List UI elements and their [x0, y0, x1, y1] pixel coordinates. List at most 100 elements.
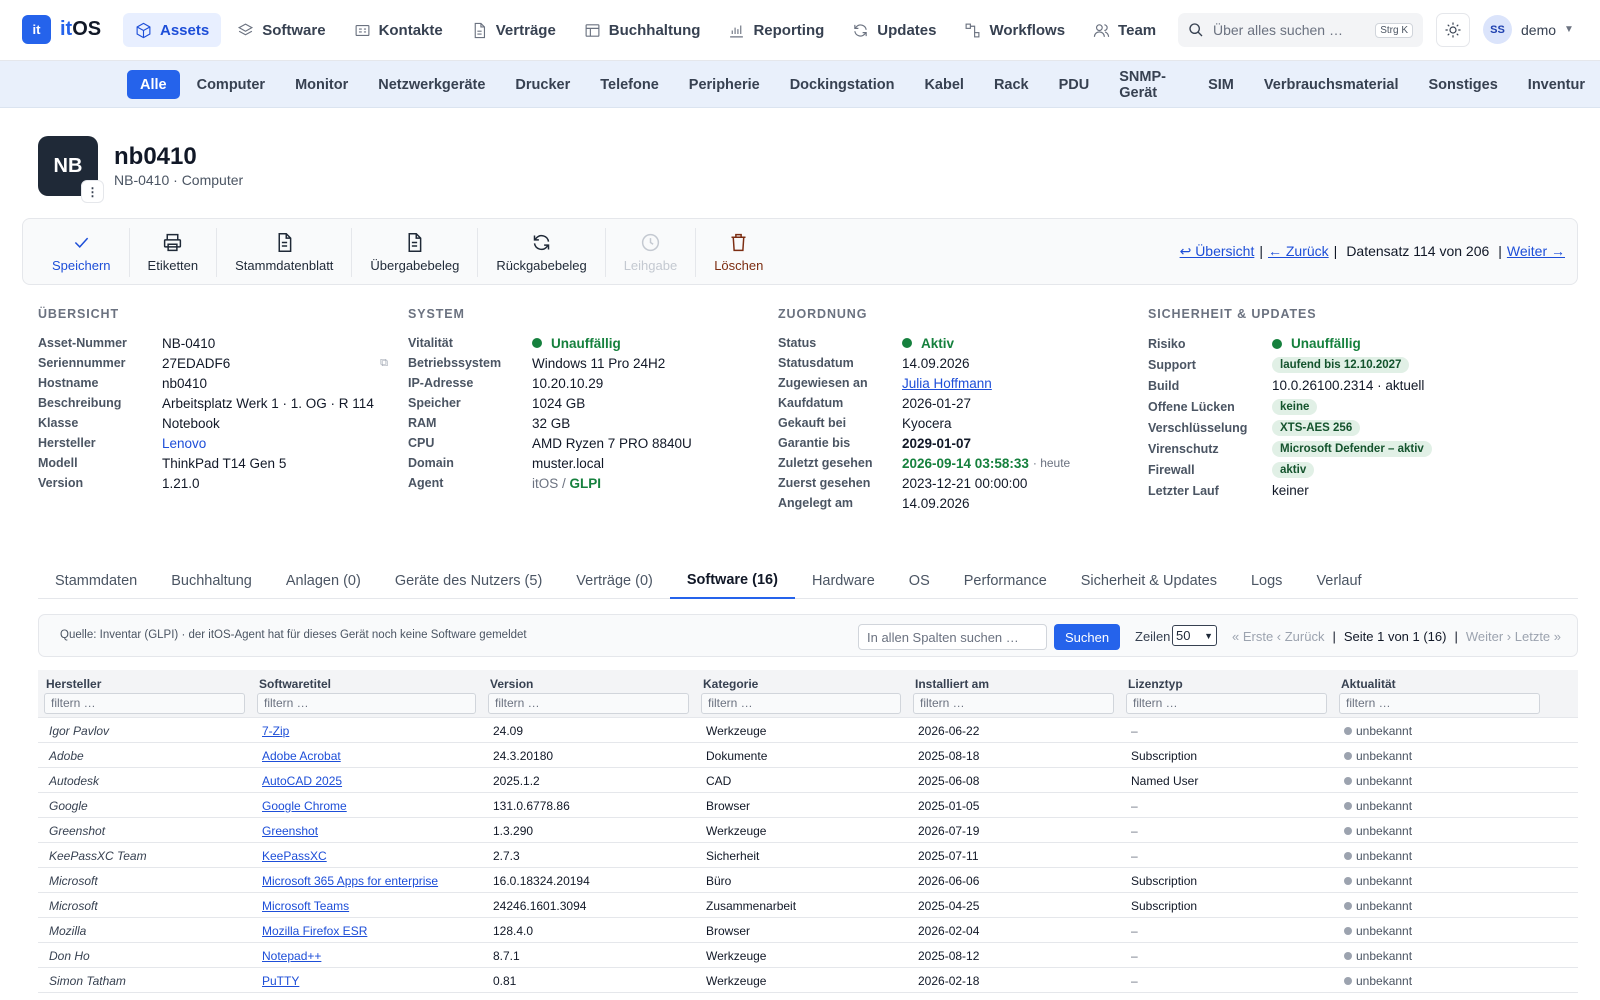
- delete-button[interactable]: Löschen: [696, 228, 781, 277]
- subnav-item-telefone[interactable]: Telefone: [585, 70, 674, 99]
- nav-assets[interactable]: Assets: [123, 13, 222, 47]
- nav-reporting[interactable]: Reporting: [716, 13, 836, 47]
- software-link[interactable]: Microsoft Teams: [262, 899, 349, 913]
- software-link[interactable]: Notepad++: [262, 949, 321, 963]
- table-row[interactable]: Microsoft Microsoft Teams 24246.1601.3094 Z…: [38, 893, 1578, 918]
- software-link[interactable]: PuTTY: [262, 974, 299, 988]
- subnav-item-dockingstation[interactable]: Dockingstation: [775, 70, 910, 99]
- overview-link[interactable]: ↩ Übersicht: [1180, 243, 1255, 260]
- handover-receipt-button[interactable]: Übergabebeleg: [352, 228, 479, 277]
- column-filter-input[interactable]: filtern …: [913, 693, 1114, 714]
- assigned-user-link[interactable]: Julia Hoffmann: [902, 376, 992, 391]
- tab-4[interactable]: Verträge (0): [559, 563, 670, 599]
- column-filter-input[interactable]: filtern …: [1126, 693, 1327, 714]
- master-data-sheet-button[interactable]: Stammdatenblatt: [217, 228, 353, 277]
- subnav-item-sim[interactable]: SIM: [1193, 70, 1249, 99]
- subnav-item-kabel[interactable]: Kabel: [909, 70, 979, 99]
- column-filter-input[interactable]: filtern …: [488, 693, 689, 714]
- nav-vertraege[interactable]: Verträge: [459, 13, 568, 47]
- subnav-item-sonstiges[interactable]: Sonstiges: [1414, 70, 1513, 99]
- tab-3[interactable]: Geräte des Nutzers (5): [378, 563, 559, 599]
- nav-workflows[interactable]: Workflows: [952, 13, 1077, 47]
- subnav-item-drucker[interactable]: Drucker: [500, 70, 585, 99]
- license-cell: –: [1131, 849, 1138, 863]
- software-link[interactable]: Greenshot: [262, 824, 318, 838]
- table-row[interactable]: Greenshot Greenshot 1.3.290 Werkzeuge 2026-0…: [38, 818, 1578, 843]
- table-row[interactable]: Microsoft Microsoft 365 Apps for enterpri…: [38, 868, 1578, 893]
- tab-8[interactable]: Performance: [947, 563, 1064, 599]
- table-row[interactable]: Adobe Adobe Acrobat 24.3.20180 Dokumente 202…: [38, 743, 1578, 768]
- user-menu[interactable]: SS demo ▼: [1483, 15, 1574, 44]
- column-header[interactable]: Installiert am: [915, 677, 989, 691]
- column-header[interactable]: Aktualität: [1341, 677, 1396, 691]
- column-header[interactable]: Hersteller: [46, 677, 101, 691]
- column-filter-input[interactable]: filtern …: [44, 693, 245, 714]
- subnav-item-netzwerkgeräte[interactable]: Netzwerkgeräte: [363, 70, 500, 99]
- tab-7[interactable]: OS: [892, 563, 947, 599]
- search-input[interactable]: Über alles suchen …: [1213, 22, 1375, 38]
- app-logo[interactable]: it itOS: [22, 15, 101, 44]
- subnav-item-peripherie[interactable]: Peripherie: [674, 70, 775, 99]
- nav-team[interactable]: Team: [1081, 13, 1168, 47]
- table-row[interactable]: Autodesk AutoCAD 2025 2025.1.2 CAD 2025-06-0…: [38, 768, 1578, 793]
- installed-date-cell: 2025-06-08: [918, 774, 980, 788]
- nav-label: Assets: [160, 21, 210, 39]
- nav-updates[interactable]: Updates: [840, 13, 948, 47]
- copy-icon[interactable]: ⧉: [380, 357, 388, 370]
- column-header[interactable]: Version: [490, 677, 533, 691]
- table-row[interactable]: Simon Tatham PuTTY 0.81 Werkzeuge 2026-02-18…: [38, 968, 1578, 993]
- software-link[interactable]: KeePassXC: [262, 849, 327, 863]
- tab-9[interactable]: Sicherheit & Updates: [1064, 563, 1234, 599]
- save-button[interactable]: Speichern: [34, 228, 130, 277]
- subnav-item-alle[interactable]: Alle: [127, 70, 180, 99]
- subnav-item-computer[interactable]: Computer: [182, 70, 280, 99]
- global-search[interactable]: Über alles suchen … Strg K: [1178, 13, 1423, 47]
- subnav-item-verbrauchsmaterial[interactable]: Verbrauchsmaterial: [1249, 70, 1414, 99]
- software-link[interactable]: Microsoft 365 Apps for enterprise: [262, 874, 438, 888]
- tab-2[interactable]: Anlagen (0): [269, 563, 378, 599]
- rows-per-page-select[interactable]: 50 ▼: [1172, 625, 1217, 646]
- software-link[interactable]: AutoCAD 2025: [262, 774, 342, 788]
- nav-software[interactable]: Software: [225, 13, 337, 47]
- table-search-input[interactable]: In allen Spalten suchen …: [858, 624, 1047, 650]
- column-filter-input[interactable]: filtern …: [1339, 693, 1540, 714]
- column-header[interactable]: Kategorie: [703, 677, 758, 691]
- next-link[interactable]: Weiter →: [1507, 243, 1565, 260]
- tab-10[interactable]: Logs: [1234, 563, 1299, 599]
- tab-11[interactable]: Verlauf: [1299, 563, 1378, 599]
- tab-1[interactable]: Buchhaltung: [154, 563, 269, 599]
- subnav-item-pdu[interactable]: PDU: [1044, 70, 1105, 99]
- subnav-item-snmp-gerät[interactable]: SNMP-Gerät: [1104, 69, 1193, 101]
- asset-menu-button[interactable]: ⋮: [81, 180, 104, 203]
- table-row[interactable]: Don Ho Notepad++ 8.7.1 Werkzeuge 2025-08-12 –…: [38, 943, 1578, 968]
- back-link[interactable]: ← Zurück: [1268, 243, 1329, 260]
- subnav-item-monitor[interactable]: Monitor: [280, 70, 363, 99]
- subnav-item-inventur[interactable]: Inventur: [1513, 70, 1600, 99]
- column-filter-input[interactable]: filtern …: [701, 693, 901, 714]
- column-header[interactable]: Softwaretitel: [259, 677, 331, 691]
- column-filter-input[interactable]: filtern …: [257, 693, 476, 714]
- table-row[interactable]: KeePassXC Team KeePassXC 2.7.3 Sicherheit 20…: [38, 843, 1578, 868]
- subnav-item-rack[interactable]: Rack: [979, 70, 1044, 99]
- table-row[interactable]: Google Google Chrome 131.0.6778.86 Browser 2…: [38, 793, 1578, 818]
- tab-0[interactable]: Stammdaten: [38, 563, 154, 599]
- search-button[interactable]: Suchen: [1054, 624, 1120, 650]
- software-link[interactable]: Google Chrome: [262, 799, 347, 813]
- title-cell: PuTTY: [262, 974, 299, 988]
- software-link[interactable]: Adobe Acrobat: [262, 749, 341, 763]
- column-header[interactable]: Lizenztyp: [1128, 677, 1183, 691]
- table-row[interactable]: Igor Pavlov 7-Zip 24.09 Werkzeuge 2026-06-22…: [38, 718, 1578, 743]
- nav-kontakte[interactable]: Kontakte: [342, 13, 455, 47]
- tab-6[interactable]: Hardware: [795, 563, 892, 599]
- table-row[interactable]: Mozilla Mozilla Firefox ESR 128.4.0 Browser…: [38, 918, 1578, 943]
- manufacturer-link[interactable]: Lenovo: [162, 436, 206, 451]
- software-link[interactable]: Mozilla Firefox ESR: [262, 924, 367, 938]
- return-receipt-button[interactable]: Rückgabebeleg: [478, 228, 606, 277]
- theme-toggle-button[interactable]: [1436, 13, 1470, 47]
- tab-5[interactable]: Software (16): [669, 563, 795, 599]
- nav-buchhaltung[interactable]: Buchhaltung: [572, 13, 713, 47]
- vendor-value: Kyocera: [902, 415, 952, 431]
- labels-button[interactable]: Etiketten: [130, 228, 218, 277]
- status-dot: [1344, 952, 1352, 960]
- software-link[interactable]: 7-Zip: [262, 724, 289, 738]
